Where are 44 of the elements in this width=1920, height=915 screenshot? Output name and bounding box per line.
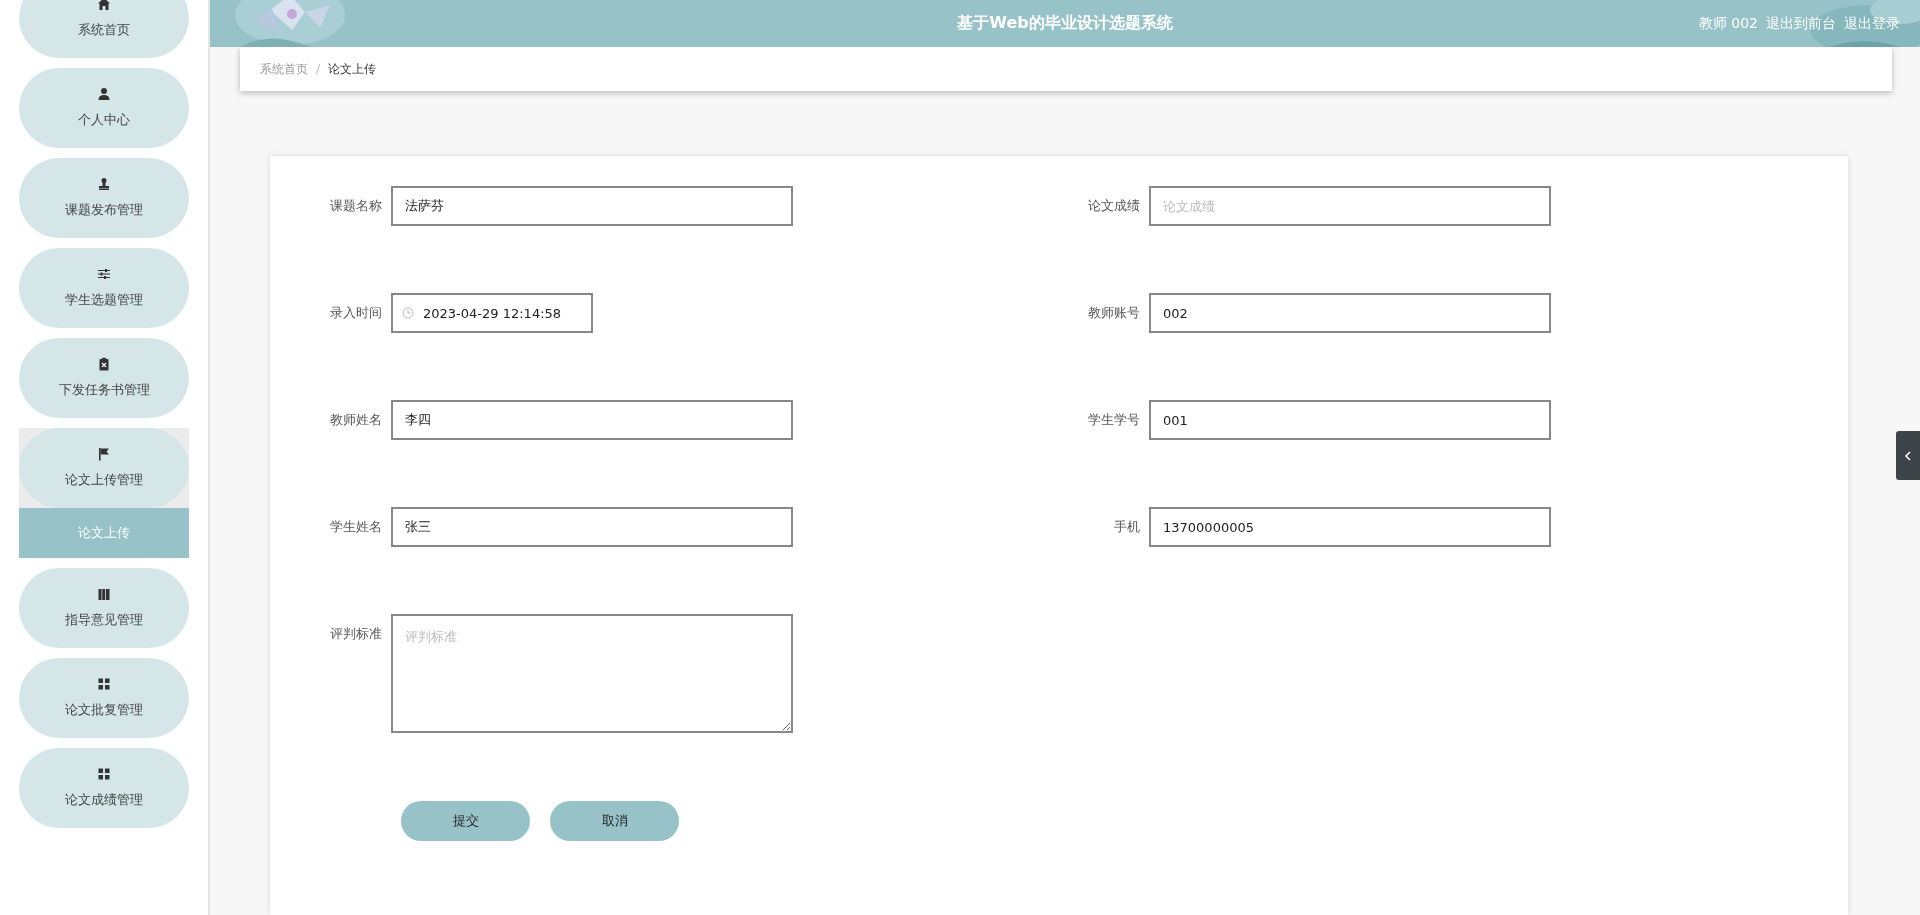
clipboard-icon <box>97 357 111 371</box>
flag-icon <box>97 447 111 461</box>
field-label: 课题名称 <box>329 197 382 215</box>
app-title: 基于Web的毕业设计选题系统 <box>957 13 1173 34</box>
input-field[interactable]: 001 <box>1149 400 1551 440</box>
sidebar-item[interactable]: 学生选题管理 <box>19 248 189 328</box>
input-field[interactable]: 13700000005 <box>1149 507 1551 547</box>
field-label: 教师姓名 <box>329 411 382 429</box>
home-icon <box>97 0 111 11</box>
grid-icon <box>97 677 111 691</box>
field-label: 教师账号 <box>1087 304 1140 322</box>
book-icon <box>97 587 111 601</box>
person-icon <box>97 87 111 101</box>
user-label: 教师 002 <box>1698 14 1758 33</box>
field-label: 手机 <box>1113 518 1140 536</box>
collapse-handle[interactable] <box>1896 431 1920 480</box>
stamp-icon <box>97 177 111 191</box>
sidebar-item[interactable]: 课题发布管理 <box>19 158 189 238</box>
sidebar-item[interactable]: 指导意见管理 <box>19 568 189 648</box>
grid-icon <box>97 767 111 781</box>
input-field[interactable]: 李四 <box>391 400 793 440</box>
sliders-icon <box>97 267 111 281</box>
sidebar-item[interactable]: 下发任务书管理 <box>19 338 189 418</box>
form-button[interactable]: 提交 <box>401 801 530 841</box>
field-label: 学生学号 <box>1087 411 1140 429</box>
input-field[interactable]: 002 <box>1149 293 1551 333</box>
field-label: 评判标准 <box>329 625 382 643</box>
field-label: 录入时间 <box>329 304 382 322</box>
field-label: 学生姓名 <box>329 518 382 536</box>
text-area[interactable]: 评判标准 <box>391 614 793 733</box>
input-field[interactable]: 张三 <box>391 507 793 547</box>
input-field[interactable]: 论文成绩 <box>1149 186 1551 226</box>
date-field[interactable]: 2023-04-29 12:14:58 <box>391 293 593 333</box>
sidebar-item[interactable]: 系统首页 <box>19 0 189 58</box>
breadcrumb-link[interactable]: 论文上传 <box>328 60 377 78</box>
sidebar-item[interactable]: 论文成绩管理 <box>19 748 189 828</box>
field-label: 论文成绩 <box>1087 197 1140 215</box>
sidebar-item[interactable]: 个人中心 <box>19 68 189 148</box>
chevron-left-icon <box>1904 450 1912 461</box>
breadcrumb-separator: / <box>316 62 321 76</box>
form-button[interactable]: 取消 <box>550 801 679 841</box>
input-field[interactable]: 法萨芬 <box>391 186 793 226</box>
sidebar-item[interactable]: 论文批复管理 <box>19 658 189 738</box>
sidebar-item[interactable]: 论文上传管理 <box>19 428 189 508</box>
